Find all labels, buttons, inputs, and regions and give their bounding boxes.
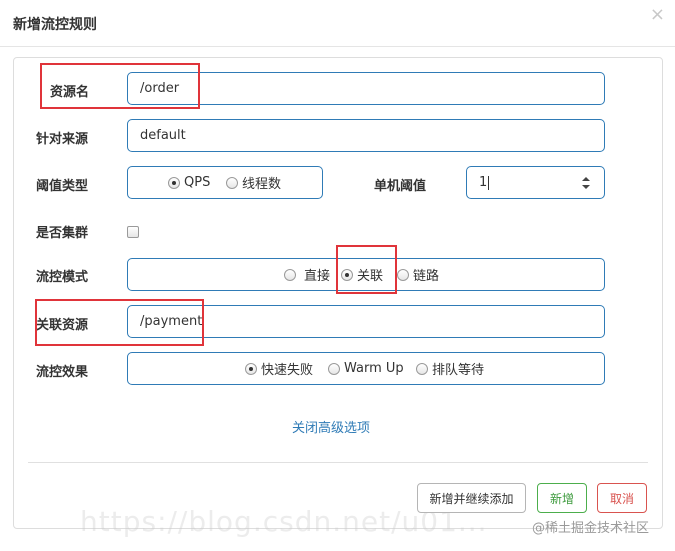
radio-option-chain[interactable]: 链路 — [397, 259, 439, 290]
radio-label-qps: QPS — [184, 175, 211, 190]
radio-option-relate[interactable]: 关联 — [341, 259, 383, 290]
close-icon[interactable]: × — [650, 6, 665, 24]
add-button[interactable]: 新增 — [537, 483, 587, 513]
footer-divider — [28, 462, 648, 463]
radio-label-fail-fast: 快速失败 — [261, 363, 314, 378]
radio-unchecked-icon — [328, 362, 340, 375]
control-behavior-radio-group: 快速失败 Warm Up 排队等待 — [127, 352, 605, 385]
limit-app-input[interactable]: default — [127, 119, 605, 152]
dialog-title: 新增流控规则 — [13, 17, 97, 33]
cluster-label: 是否集群 — [36, 226, 89, 241]
watermark: @稀土掘金技术社区 — [532, 521, 650, 536]
spinner-icon[interactable] — [582, 177, 590, 189]
radio-label-warm-up: Warm Up — [344, 361, 404, 376]
radio-unchecked-icon — [284, 268, 296, 281]
radio-checked-icon — [245, 362, 257, 375]
radio-option-direct[interactable]: 直接 — [284, 259, 330, 290]
radio-unchecked-icon — [416, 362, 428, 375]
threshold-type-label: 阈值类型 — [36, 179, 89, 194]
strategy-radio-group: 直接 关联 链路 — [127, 258, 605, 291]
control-behavior-label: 流控效果 — [36, 365, 89, 380]
radio-unchecked-icon — [226, 176, 238, 189]
cancel-button[interactable]: 取消 — [597, 483, 647, 513]
radio-label-queue: 排队等待 — [432, 363, 485, 378]
radio-label-relate: 关联 — [357, 269, 384, 284]
resource-name-label: 资源名 — [50, 85, 90, 100]
ref-resource-input[interactable]: /payment — [127, 305, 605, 338]
radio-checked-icon — [341, 268, 353, 281]
ref-resource-label: 关联资源 — [36, 318, 89, 333]
header-divider — [0, 46, 675, 47]
cluster-checkbox[interactable] — [127, 226, 139, 238]
radio-label-thread-count: 线程数 — [242, 177, 282, 192]
radio-option-fail-fast[interactable]: 快速失败 — [245, 353, 313, 384]
advanced-options-link[interactable]: 关闭高级选项 — [292, 417, 370, 436]
radio-label-direct: 直接 — [304, 269, 331, 284]
radio-option-qps[interactable]: QPS — [168, 167, 210, 198]
radio-checked-icon — [168, 176, 180, 189]
radio-unchecked-icon — [397, 268, 409, 281]
single-threshold-input[interactable]: 1 — [466, 166, 605, 199]
radio-label-chain: 链路 — [413, 269, 440, 284]
add-and-continue-button[interactable]: 新增并继续添加 — [417, 483, 526, 513]
single-threshold-label: 单机阈值 — [374, 179, 427, 194]
strategy-label: 流控模式 — [36, 270, 89, 285]
resource-name-input[interactable]: /order — [127, 72, 605, 105]
radio-option-queue[interactable]: 排队等待 — [416, 353, 484, 384]
radio-option-warm-up[interactable]: Warm Up — [328, 353, 404, 384]
threshold-type-radio-group: QPS 线程数 — [127, 166, 323, 199]
limit-app-label: 针对来源 — [36, 132, 89, 147]
single-threshold-value: 1 — [479, 175, 488, 190]
radio-option-thread-count[interactable]: 线程数 — [226, 167, 281, 198]
text-caret — [488, 175, 490, 190]
